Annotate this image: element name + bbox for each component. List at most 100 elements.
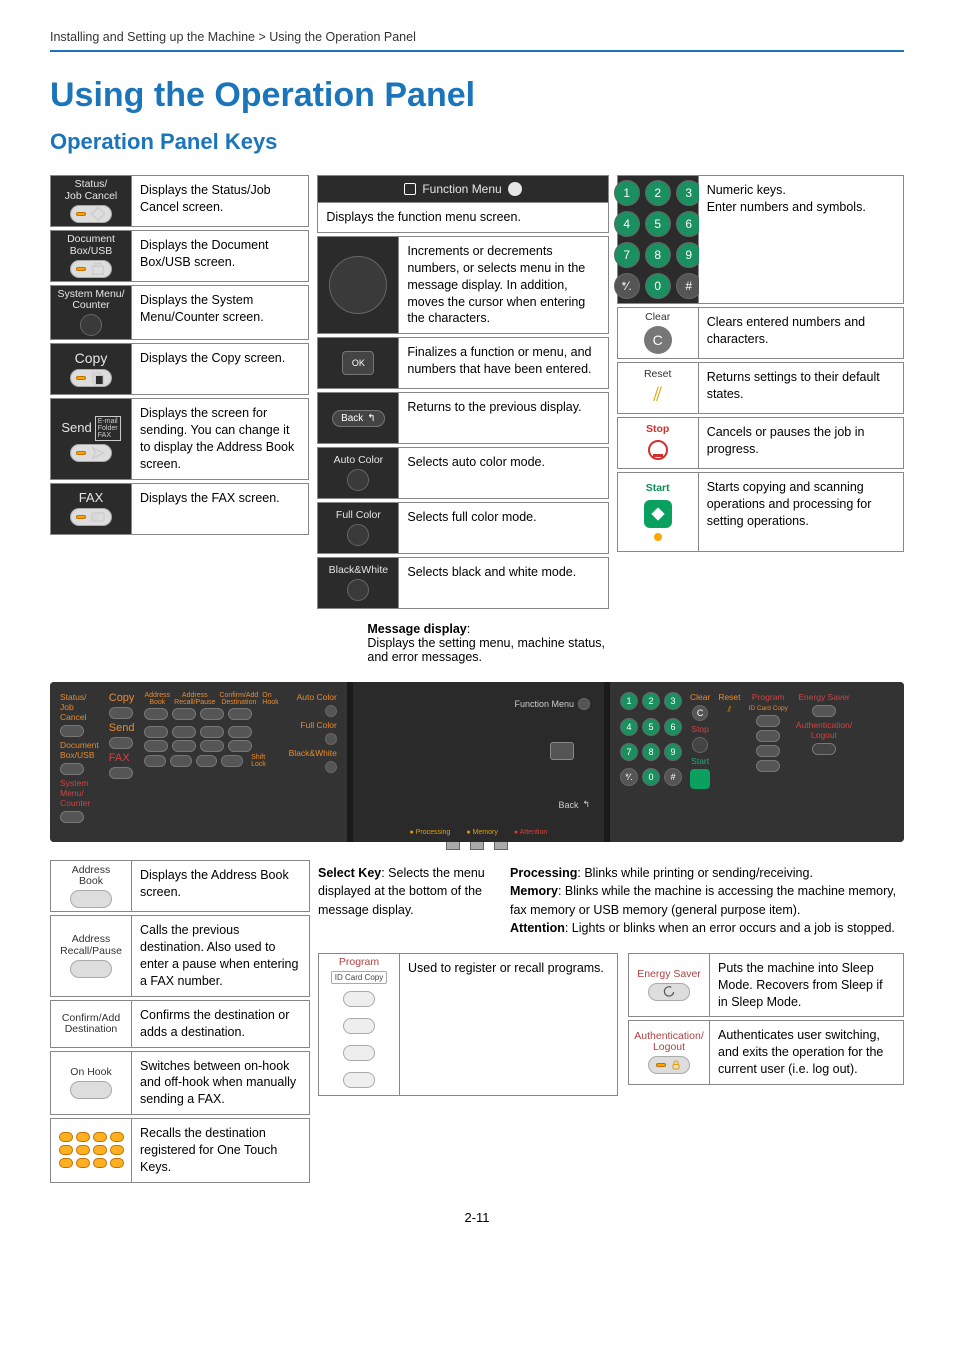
docbox-key[interactable]: Document Box/USB bbox=[50, 230, 132, 282]
arrow-pad-desc: Increments or decrements numbers, or sel… bbox=[399, 236, 608, 334]
p-send: Send bbox=[109, 722, 135, 734]
auth-button-icon bbox=[648, 1056, 690, 1074]
reset-key[interactable]: Reset ⫽ bbox=[617, 362, 699, 414]
addrbook-button-icon bbox=[70, 890, 112, 908]
p-clear: Clear bbox=[690, 692, 710, 702]
energy-key[interactable]: Energy Saver bbox=[628, 953, 710, 1018]
num-key-8[interactable]: 8 bbox=[645, 242, 671, 268]
start-label: Start bbox=[646, 483, 670, 494]
status-key-button bbox=[70, 205, 112, 223]
p-onhook: On Hook bbox=[262, 692, 278, 706]
fax-key-button bbox=[70, 508, 112, 526]
mini-num-0: 0 bbox=[642, 768, 660, 786]
p-led1: Processing bbox=[416, 829, 451, 836]
idcard-label: ID Card Copy bbox=[331, 971, 387, 984]
p-doc: Document Box/USB bbox=[60, 740, 99, 760]
onetouch-key[interactable] bbox=[50, 1118, 132, 1183]
p-confirm: Confirm/Add Destination bbox=[219, 692, 258, 706]
stop-desc: Cancels or pauses the job in progress. bbox=[699, 417, 904, 469]
onhook-button-icon bbox=[70, 1081, 112, 1099]
autocolor-button-icon bbox=[347, 469, 369, 491]
onhook-key[interactable]: On Hook bbox=[50, 1051, 132, 1116]
fullcolor-key[interactable]: Full Color bbox=[317, 502, 399, 554]
arrow-pad-icon bbox=[329, 256, 387, 314]
p-led2: Memory bbox=[473, 829, 498, 836]
auth-desc: Authenticates user switching, and exits … bbox=[710, 1020, 904, 1085]
program-slot-icon bbox=[343, 991, 375, 1007]
back-desc: Returns to the previous display. bbox=[399, 392, 608, 444]
p-copy: Copy bbox=[109, 692, 135, 704]
num-key-1[interactable]: 1 bbox=[614, 180, 640, 206]
addrbook-label: Address Book bbox=[72, 865, 111, 887]
p-energy: Energy Saver bbox=[798, 692, 850, 702]
reset-label: Reset bbox=[644, 369, 671, 380]
numeric-keypad[interactable]: 123456789*⁄.0# bbox=[617, 175, 699, 304]
energy-button-icon bbox=[648, 983, 690, 1001]
mini-num-*⁄.: *⁄. bbox=[620, 768, 638, 786]
back-key-button: Back ↰ bbox=[332, 410, 385, 427]
onhook-label: On Hook bbox=[70, 1067, 111, 1078]
onhook-desc: Switches between on-hook and off-hook wh… bbox=[132, 1051, 310, 1116]
ok-desc: Finalizes a function or menu, and number… bbox=[399, 337, 608, 389]
p-back: Back bbox=[558, 800, 578, 810]
page-subtitle: Operation Panel Keys bbox=[50, 129, 904, 155]
bw-button-icon bbox=[347, 579, 369, 601]
stop-key[interactable]: Stop bbox=[617, 417, 699, 469]
fax-key[interactable]: FAX bbox=[50, 483, 132, 535]
send-key[interactable]: Send E-mail Folder FAX bbox=[50, 398, 132, 480]
mini-num-9: 9 bbox=[664, 743, 682, 761]
auth-key[interactable]: Authentication/ Logout bbox=[628, 1020, 710, 1085]
ok-key[interactable]: OK bbox=[317, 337, 399, 389]
arrow-pad-key[interactable] bbox=[317, 236, 399, 334]
recall-key[interactable]: Address Recall/Pause bbox=[50, 915, 132, 997]
mini-num-7: 7 bbox=[620, 743, 638, 761]
indicators-desc: Processing: Blinks while printing or sen… bbox=[510, 864, 904, 937]
confirm-key[interactable]: Confirm/Add Destination bbox=[50, 1000, 132, 1048]
attention-body: : Lights or blinks when an error occurs … bbox=[565, 921, 895, 935]
clear-desc: Clears entered numbers and characters. bbox=[699, 307, 904, 359]
bw-key[interactable]: Black&White bbox=[317, 557, 399, 609]
status-key[interactable]: Status/ Job Cancel bbox=[50, 175, 132, 227]
start-key[interactable]: Start bbox=[617, 472, 699, 552]
onetouch-desc: Recalls the destination registered for O… bbox=[132, 1118, 310, 1183]
p-auth: Authentication/ Logout bbox=[796, 720, 852, 740]
function-menu-key[interactable]: Function Menu bbox=[317, 175, 608, 203]
num-key-0[interactable]: 0 bbox=[645, 273, 671, 299]
program-key[interactable]: Program ID Card Copy bbox=[318, 953, 400, 1096]
sysmenu-key[interactable]: System Menu/ Counter bbox=[50, 285, 132, 340]
addrbook-key[interactable]: Address Book bbox=[50, 860, 132, 912]
p-bw: Black&White bbox=[289, 748, 337, 758]
operation-panel-photo: Status/ Job Cancel Document Box/USB Syst… bbox=[50, 682, 904, 842]
status-key-label: Status/ Job Cancel bbox=[65, 179, 118, 201]
num-key-7[interactable]: 7 bbox=[614, 242, 640, 268]
start-desc: Starts copying and scanning operations a… bbox=[699, 472, 904, 552]
menu-icon bbox=[404, 183, 416, 195]
num-key-2[interactable]: 2 bbox=[645, 180, 671, 206]
num-key-5[interactable]: 5 bbox=[645, 211, 671, 237]
send-key-label: Send bbox=[61, 421, 91, 435]
clear-key[interactable]: Clear C bbox=[617, 307, 699, 359]
message-display-block: Message display: Displays the setting me… bbox=[317, 612, 608, 676]
program-label: Program bbox=[339, 957, 379, 968]
page-title: Using the Operation Panel bbox=[50, 76, 904, 115]
p-shift: Shift Lock bbox=[251, 754, 279, 768]
status-desc: Displays the Status/Job Cancel screen. bbox=[132, 175, 309, 227]
copy-key[interactable]: Copy bbox=[50, 343, 132, 395]
num-key-*⁄.[interactable]: *⁄. bbox=[614, 273, 640, 299]
back-arrow-icon: ↰ bbox=[367, 413, 375, 424]
p-idcard: ID Card Copy bbox=[749, 705, 788, 712]
p-stop: Stop bbox=[691, 724, 709, 734]
num-key-4[interactable]: 4 bbox=[614, 211, 640, 237]
bw-label: Black&White bbox=[329, 565, 389, 576]
p-start: Start bbox=[691, 756, 709, 766]
autocolor-key[interactable]: Auto Color bbox=[317, 447, 399, 499]
p-sys: System Menu/ Counter bbox=[60, 778, 99, 808]
p-ok-icon bbox=[550, 742, 574, 760]
autocolor-desc: Selects auto color mode. bbox=[399, 447, 608, 499]
start-led-icon bbox=[654, 533, 662, 541]
mini-num-6: 6 bbox=[664, 718, 682, 736]
back-key[interactable]: Back ↰ bbox=[317, 392, 399, 444]
p-addr: Address Book bbox=[144, 692, 170, 706]
fax-key-label: FAX bbox=[79, 491, 104, 505]
confirm-label: Confirm/Add Destination bbox=[62, 1013, 120, 1035]
